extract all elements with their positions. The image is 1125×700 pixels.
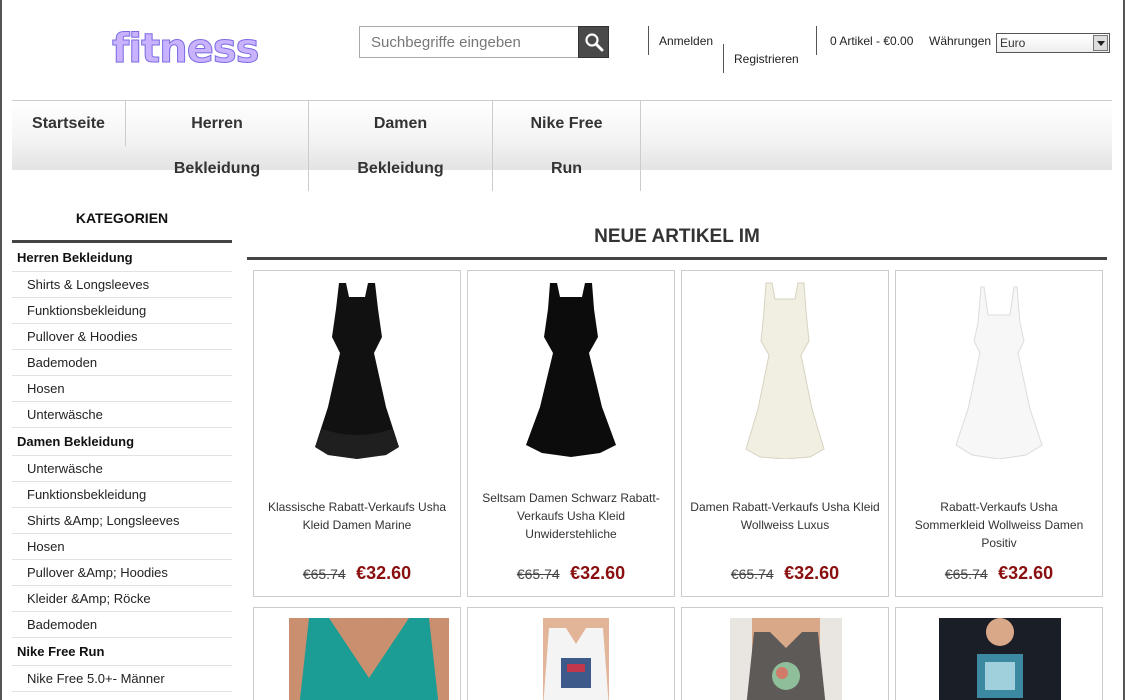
login-link[interactable]: Anmelden — [659, 34, 713, 48]
product-card[interactable]: Klassische Rabatt-Verkaufs Usha Kleid Da… — [253, 270, 461, 597]
product-card[interactable]: Seltsam Damen Schwarz Rabatt-Verkaufs Us… — [467, 270, 675, 597]
category-item[interactable]: Shirts & Longsleeves — [12, 272, 232, 298]
category-item[interactable]: Bademoden — [12, 350, 232, 376]
product-name[interactable]: Klassische Rabatt-Verkaufs Usha Kleid Da… — [262, 498, 452, 534]
product-price: €65.74 €32.60 — [254, 563, 460, 584]
product-new-price: €32.60 — [570, 563, 626, 583]
nav-item-herren-bekleidung[interactable]: Herren Bekleidung — [126, 101, 308, 191]
product-card[interactable]: Rabatt-Verkaufs Usha Sommerkleid Wollwei… — [895, 270, 1103, 597]
category-item[interactable]: Nike Free 5.0+- Männer — [12, 666, 232, 692]
nav-item-label: Startseite — [32, 115, 105, 132]
search-input[interactable] — [360, 27, 578, 57]
nav-item-label: Nike Free — [530, 115, 603, 132]
product-name[interactable]: Seltsam Damen Schwarz Rabatt-Verkaufs Us… — [476, 489, 666, 543]
search-box — [359, 26, 609, 58]
product-new-price: €32.60 — [784, 563, 840, 583]
product-old-price: €65.74 — [516, 566, 560, 582]
nav-item-label: Herren — [191, 115, 243, 132]
currency-label: Währungen — [929, 34, 992, 48]
product-name[interactable]: Damen Rabatt-Verkaufs Usha Kleid Wollwei… — [690, 498, 880, 534]
new-products-title: NEUE ARTIKEL IM — [594, 226, 760, 247]
product-image[interactable] — [730, 618, 842, 700]
category-item[interactable]: Unterwäsche — [12, 456, 232, 482]
product-old-price: €65.74 — [944, 566, 988, 582]
category-heading-damen[interactable]: Damen Bekleidung — [12, 428, 232, 456]
product-new-price: €32.60 — [356, 563, 412, 583]
main-nav: Startseite Herren Bekleidung Damen Bekle… — [12, 100, 1112, 191]
product-price: €65.74 €32.60 — [896, 563, 1102, 584]
category-item[interactable]: Kleider &Amp; Röcke — [12, 586, 232, 612]
nav-item-label: Bekleidung — [357, 160, 444, 177]
product-image[interactable] — [468, 279, 674, 469]
product-price: €65.74 €32.60 — [682, 563, 888, 584]
category-item[interactable]: Pullover & Hoodies — [12, 324, 232, 350]
product-image[interactable] — [531, 618, 621, 700]
nav-item-label: Run — [550, 160, 583, 177]
product-image[interactable] — [682, 279, 888, 469]
product-old-price: €65.74 — [730, 566, 774, 582]
category-list: Herren Bekleidung Shirts & Longsleeves F… — [12, 244, 232, 692]
product-new-price: €32.60 — [998, 563, 1054, 583]
category-item[interactable]: Funktionsbekleidung — [12, 298, 232, 324]
product-image[interactable] — [254, 279, 460, 469]
nav-item-nike-free-run[interactable]: Nike Free Run — [493, 101, 640, 191]
category-item[interactable]: Unterwäsche — [12, 402, 232, 428]
chevron-down-icon[interactable] — [1093, 35, 1108, 51]
nav-item-label: Bekleidung — [173, 160, 261, 177]
header-divider — [816, 26, 817, 55]
category-heading-herren[interactable]: Herren Bekleidung — [12, 244, 232, 272]
header-divider — [723, 44, 724, 73]
search-button[interactable] — [578, 26, 609, 58]
category-item[interactable]: Shirts &Amp; Longsleeves — [12, 508, 232, 534]
search-icon — [584, 33, 603, 52]
currency-value: Euro — [1000, 36, 1026, 50]
product-card[interactable] — [253, 607, 461, 700]
nav-divider — [640, 101, 641, 191]
category-item[interactable]: Hosen — [12, 534, 232, 560]
cart-summary-link[interactable]: 0 Artikel - €0.00 — [830, 34, 913, 48]
product-price: €65.74 €32.60 — [468, 563, 674, 584]
category-item[interactable]: Funktionsbekleidung — [12, 482, 232, 508]
category-item[interactable]: Bademoden — [12, 612, 232, 638]
header-divider — [648, 26, 649, 55]
new-products-divider — [247, 257, 1107, 260]
site-logo[interactable]: fitness — [111, 26, 259, 73]
nav-item-damen-bekleidung[interactable]: Damen Bekleidung — [309, 101, 492, 191]
category-heading-nike[interactable]: Nike Free Run — [12, 638, 232, 666]
product-card[interactable]: Damen Rabatt-Verkaufs Usha Kleid Wollwei… — [681, 270, 889, 597]
categories-divider — [12, 240, 232, 243]
product-card[interactable] — [681, 607, 889, 700]
nav-item-startseite[interactable]: Startseite — [12, 101, 125, 146]
categories-title: KATEGORIEN — [75, 210, 169, 226]
product-name[interactable]: Rabatt-Verkaufs Usha Sommerkleid Wollwei… — [904, 498, 1094, 552]
category-item[interactable]: Hosen — [12, 376, 232, 402]
product-old-price: €65.74 — [302, 566, 346, 582]
currency-select[interactable]: Euro — [996, 33, 1110, 53]
register-link[interactable]: Registrieren — [734, 52, 799, 66]
product-card[interactable] — [895, 607, 1103, 700]
product-image[interactable] — [289, 618, 449, 700]
product-card[interactable] — [467, 607, 675, 700]
product-image[interactable] — [939, 618, 1061, 700]
nav-item-label: Damen — [373, 115, 428, 132]
category-item[interactable]: Pullover &Amp; Hoodies — [12, 560, 232, 586]
product-image[interactable] — [896, 279, 1102, 469]
